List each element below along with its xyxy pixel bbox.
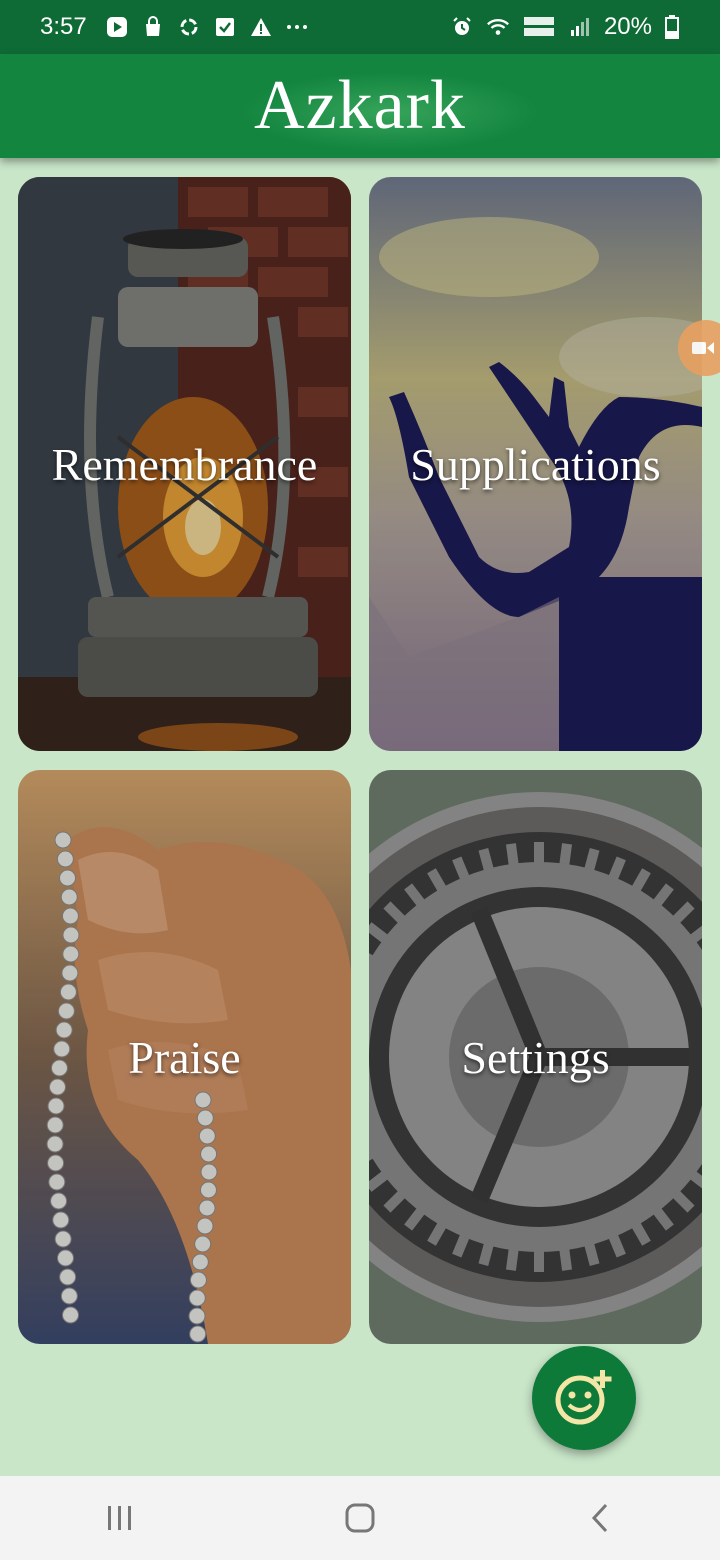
- back-icon: [591, 1503, 608, 1533]
- card-settings[interactable]: Settings: [369, 770, 702, 1344]
- battery-icon: [664, 15, 680, 39]
- status-left: 3:57: [40, 13, 309, 41]
- status-right: 20%: [450, 13, 680, 41]
- recents-button[interactable]: [90, 1488, 150, 1548]
- home-button[interactable]: [330, 1488, 390, 1548]
- signal-icon: [568, 15, 592, 39]
- volte-icon: [522, 15, 556, 39]
- add-emoji-icon: [555, 1370, 612, 1425]
- card-remembrance[interactable]: Remembrance: [18, 177, 351, 751]
- back-button[interactable]: [570, 1488, 630, 1548]
- warning-icon: [249, 15, 273, 39]
- card-label-settings: Settings: [461, 1031, 610, 1083]
- navigation-bar: [0, 1476, 720, 1560]
- card-supplications[interactable]: Supplications: [369, 177, 702, 751]
- home-icon: [345, 1503, 375, 1533]
- bag-icon: [141, 15, 165, 39]
- app-bar: Azkark: [0, 54, 720, 158]
- recents-icon: [108, 1506, 131, 1530]
- status-time: 3:57: [40, 13, 87, 40]
- battery-percent: 20%: [603, 13, 652, 40]
- play-icon: [105, 15, 129, 39]
- card-label-supplications: Supplications: [410, 438, 661, 490]
- card-label-remembrance: Remembrance: [51, 438, 318, 490]
- card-praise[interactable]: Praise: [18, 770, 351, 1344]
- status-bar: 3:57 20%: [0, 0, 720, 54]
- app-title: Azkark: [253, 67, 466, 144]
- add-emoji-button[interactable]: [532, 1346, 636, 1450]
- wifi-icon: [486, 15, 510, 39]
- more-icon: [285, 15, 309, 39]
- alarm-icon: [450, 15, 474, 39]
- check-icon: [213, 15, 237, 39]
- recycle-icon: [177, 15, 201, 39]
- card-label-praise: Praise: [128, 1031, 241, 1083]
